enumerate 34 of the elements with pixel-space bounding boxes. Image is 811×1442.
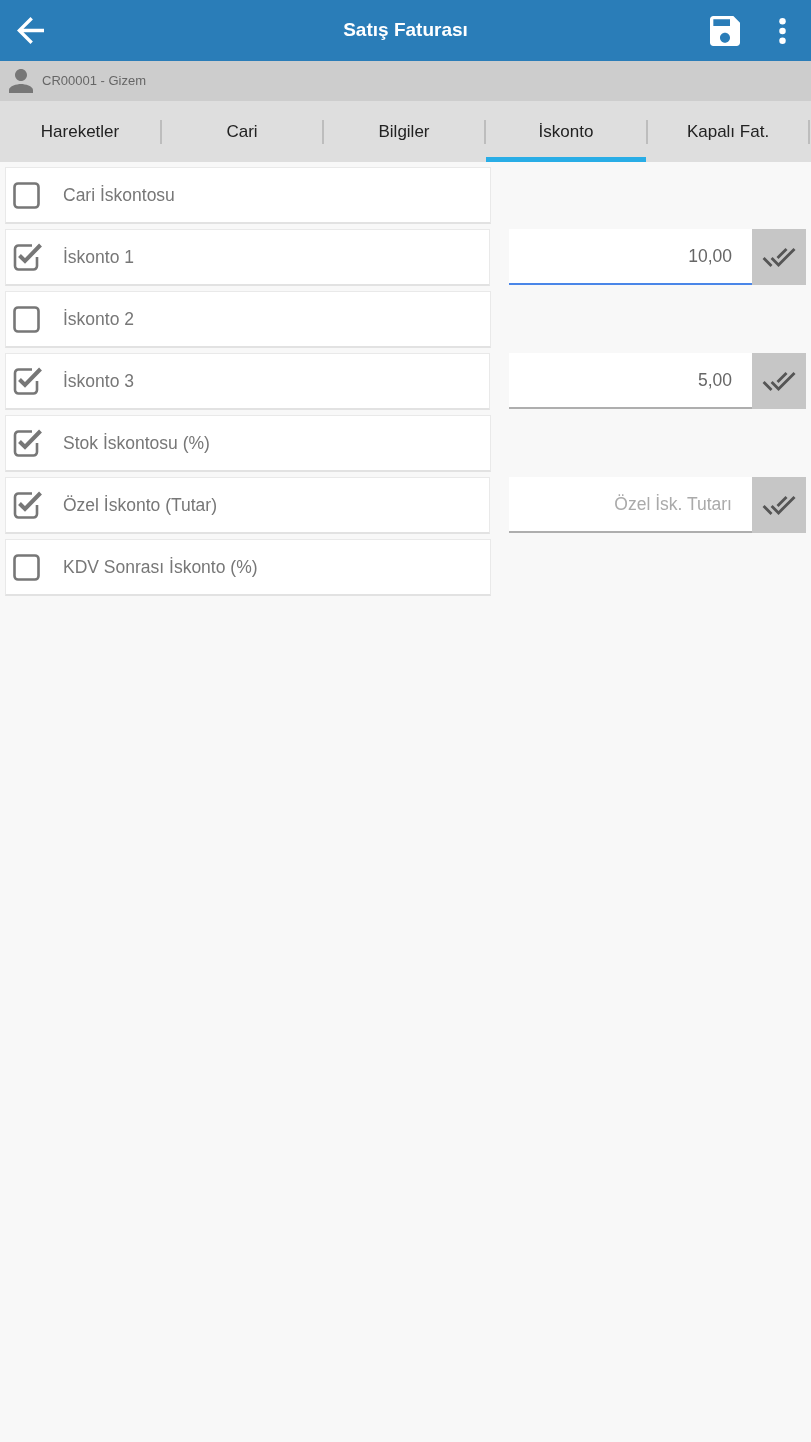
screen-title: Satış Faturası bbox=[342, 19, 469, 42]
checkbox[interactable] bbox=[12, 490, 42, 520]
checkbox[interactable] bbox=[12, 428, 42, 458]
option-label: KDV Sonrası İskonto (%) bbox=[63, 555, 258, 579]
tab[interactable]: Kapalı Fat. bbox=[648, 101, 808, 162]
apply-button[interactable] bbox=[752, 229, 806, 285]
option-label: Özel İskonto (Tutar) bbox=[63, 493, 217, 517]
person-icon bbox=[9, 69, 33, 93]
tab[interactable]: Hareketler bbox=[0, 101, 160, 162]
input-field[interactable]: 10,00 bbox=[509, 229, 752, 285]
double-check-icon bbox=[762, 247, 796, 267]
checkbox[interactable] bbox=[12, 552, 42, 582]
checkbox[interactable] bbox=[12, 366, 42, 396]
back-arrow-icon bbox=[16, 17, 44, 44]
input-field[interactable]: 5,00 bbox=[509, 353, 752, 409]
checkbox[interactable] bbox=[12, 180, 42, 210]
tab[interactable]: Cari bbox=[162, 101, 322, 162]
option-label: Cari İskontosu bbox=[63, 183, 175, 207]
input-field[interactable]: Özel İsk. Tutarı bbox=[509, 477, 752, 533]
double-check-icon bbox=[762, 495, 796, 515]
option-label: İskonto 2 bbox=[63, 307, 135, 331]
option-label: İskonto 1 bbox=[63, 245, 135, 269]
option-label: Stok İskontosu (%) bbox=[63, 431, 210, 455]
save-icon bbox=[710, 15, 740, 46]
option-label: İskonto 3 bbox=[63, 369, 135, 393]
checkbox[interactable] bbox=[12, 242, 42, 272]
checkbox[interactable] bbox=[12, 304, 42, 334]
apply-button[interactable] bbox=[752, 477, 806, 533]
tab[interactable]: Bilgiler bbox=[324, 101, 484, 162]
customer-label: CR00001 - Gizem bbox=[42, 72, 147, 91]
tab[interactable]: İskonto bbox=[486, 101, 646, 162]
apply-button[interactable] bbox=[752, 353, 806, 409]
double-check-icon bbox=[762, 371, 796, 391]
menu-icon bbox=[778, 17, 786, 44]
